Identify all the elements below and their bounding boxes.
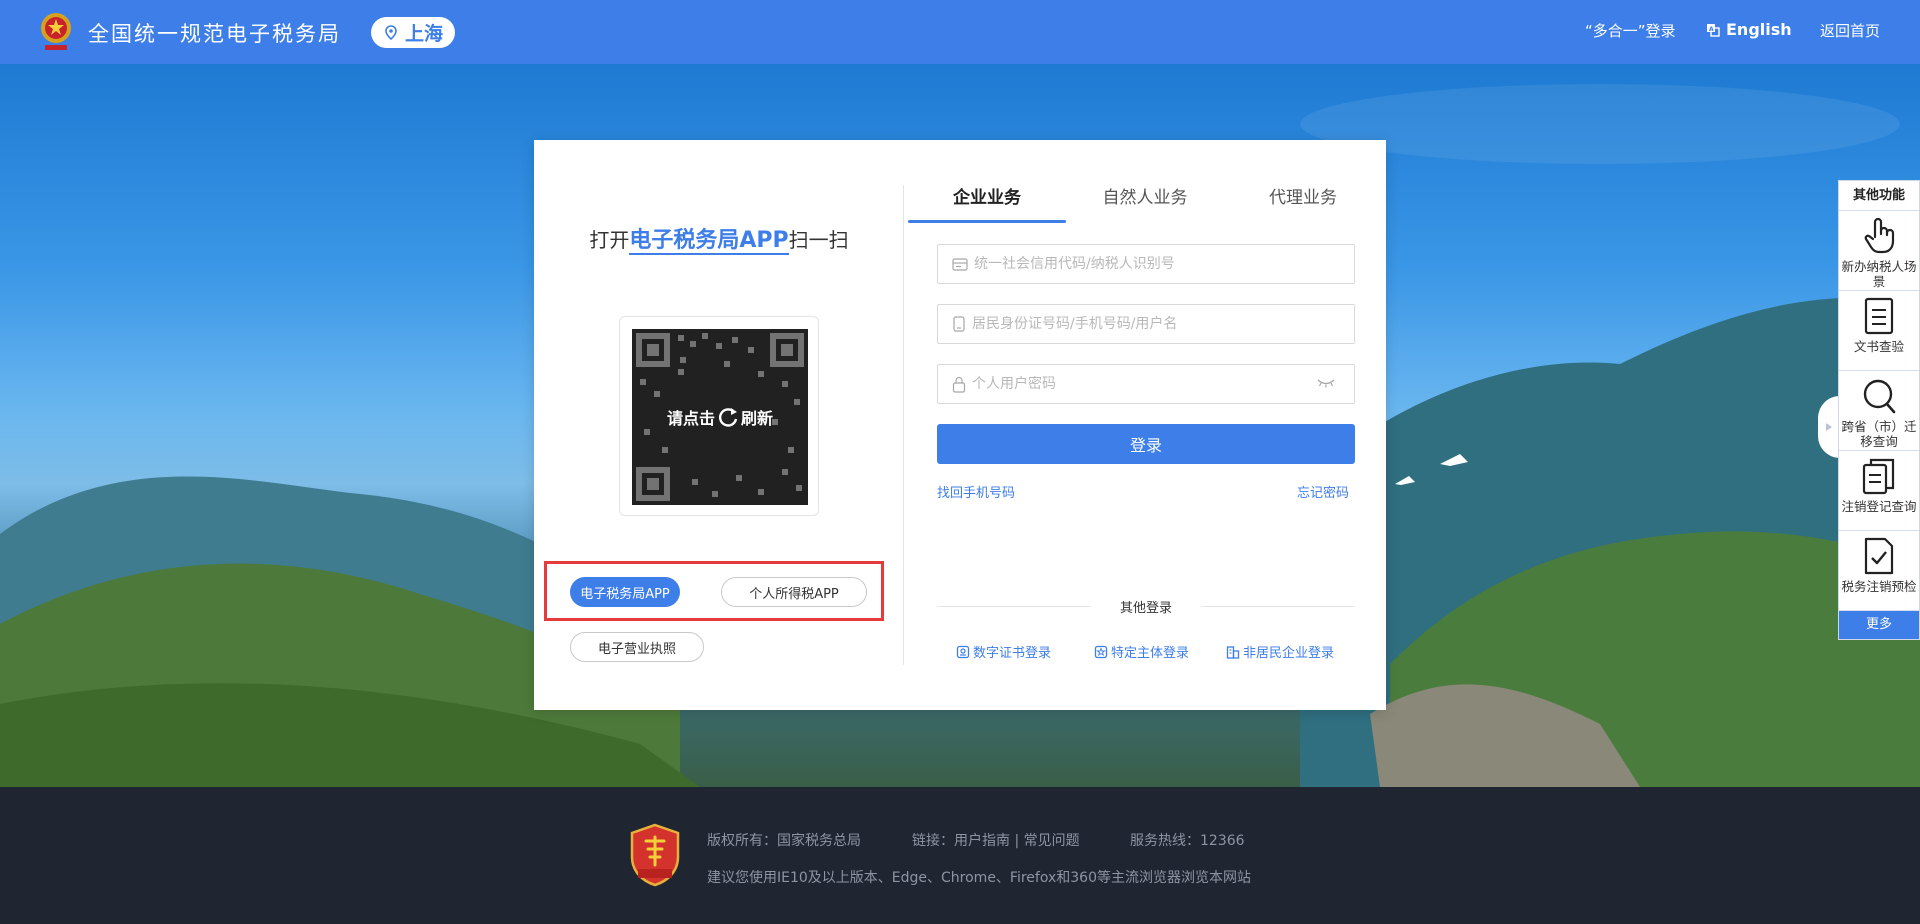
qr-refresh-overlay[interactable]: 请点击 刷新 (632, 329, 808, 505)
id-card-icon (952, 257, 968, 271)
hotline-text: 服务热线：12366 (1130, 833, 1245, 849)
user-guide-link[interactable]: 用户指南 (954, 833, 1010, 849)
faq-link[interactable]: 常见问题 (1024, 833, 1080, 849)
business-tabs: 企业业务 自然人业务 代理业务 (908, 184, 1384, 224)
side-item-document-verify[interactable]: 文书查验 (1839, 291, 1919, 371)
digital-certificate-login[interactable]: 数字证书登录 (956, 642, 1051, 661)
pointer-hand-icon (1864, 217, 1895, 254)
check-document-icon (1864, 537, 1894, 575)
svg-text:A: A (1709, 26, 1714, 33)
login-card: 打开电子税务局APP扫一扫 请点击 刷新 电子税务局APP 个人所得税APP 电… (534, 140, 1386, 710)
search-icon (1863, 379, 1896, 414)
qr-title-highlight: 电子税务局APP (629, 228, 789, 255)
credit-code-input[interactable] (974, 256, 1274, 272)
side-item-migration-query[interactable]: 跨省（市）迁移查询 (1839, 371, 1919, 451)
side-item-new-taxpayer[interactable]: 新办纳税人场景 (1839, 211, 1919, 291)
etax-app-button[interactable]: 电子税务局APP (570, 577, 680, 607)
tax-emblem-logo (41, 13, 71, 50)
side-item-deregistration-precheck[interactable]: 税务注销预检 (1839, 531, 1919, 611)
specific-entity-label: 特定主体登录 (1111, 646, 1190, 661)
home-link[interactable]: 返回首页 (1820, 20, 1880, 41)
iit-app-button[interactable]: 个人所得税APP (721, 577, 867, 607)
business-license-button[interactable]: 电子营业执照 (570, 632, 704, 662)
top-header: 全国统一规范电子税务局 上海 “多合一”登录 A English 返回首页 (0, 0, 1920, 64)
tab-enterprise[interactable]: 企业业务 (908, 184, 1066, 224)
qr-title-prefix: 打开 (589, 228, 630, 252)
language-icon: A (1707, 23, 1720, 37)
login-button[interactable]: 登录 (937, 424, 1355, 464)
side-item-label: 跨省（市）迁移查询 (1841, 419, 1917, 449)
recover-phone-link[interactable]: 找回手机号码 (937, 482, 1015, 501)
credit-code-field[interactable] (937, 244, 1355, 284)
side-item-label: 新办纳税人场景 (1841, 259, 1917, 289)
qr-refresh-text-left: 请点击 (666, 409, 715, 428)
tab-natural-person[interactable]: 自然人业务 (1066, 184, 1224, 224)
side-panel-toggle[interactable] (1818, 396, 1840, 458)
english-link[interactable]: A English (1706, 20, 1792, 39)
links-separator: | (1014, 833, 1020, 849)
phone-icon (953, 316, 965, 332)
english-label: English (1726, 20, 1792, 39)
side-item-label: 税务注销预检 (1841, 579, 1917, 594)
building-icon (1226, 645, 1240, 659)
copy-document-icon (1862, 458, 1895, 495)
links-label: 链接： (912, 833, 954, 849)
non-resident-enterprise-login[interactable]: 非居民企业登录 (1226, 642, 1334, 661)
active-tab-underline (908, 220, 1066, 223)
page-footer: 版权所有：国家税务总局 链接：用户指南 | 常见问题 服务热线：12366 建议… (0, 787, 1920, 924)
multi-login-link[interactable]: “多合一”登录 (1585, 20, 1676, 41)
qr-scan-title: 打开电子税务局APP扫一扫 (534, 222, 904, 255)
copyright-text: 版权所有：国家税务总局 (707, 833, 861, 849)
specific-entity-login[interactable]: 特定主体登录 (1094, 642, 1189, 661)
party-government-badge-icon (630, 823, 680, 887)
caret-right-icon (1826, 423, 1832, 431)
lock-icon (952, 376, 966, 393)
region-selector[interactable]: 上海 (371, 17, 455, 48)
star-badge-icon (1094, 645, 1108, 658)
forgot-password-link[interactable]: 忘记密码 (1297, 482, 1349, 501)
certificate-icon (956, 645, 970, 658)
side-item-label: 注销登记查询 (1841, 499, 1917, 514)
password-field[interactable] (937, 364, 1355, 404)
digital-certificate-label: 数字证书登录 (973, 646, 1052, 661)
qr-code-box: 请点击 刷新 (619, 316, 819, 516)
other-login-label: 其他登录 (1091, 597, 1201, 616)
side-item-deregistration-query[interactable]: 注销登记查询 (1839, 451, 1919, 531)
other-functions-panel: 其他功能 新办纳税人场景 文书查验 跨省（市）迁移查询 注销登记查询 税务注销预… (1838, 180, 1920, 640)
qr-refresh-text-right: 刷新 (741, 409, 774, 428)
browser-recommendation: 建议您使用IE10及以上版本、Edge、Chrome、Firefox和360等主… (707, 870, 1251, 886)
qr-title-suffix: 扫一扫 (788, 228, 849, 252)
other-functions-title: 其他功能 (1839, 181, 1919, 211)
refresh-icon (719, 408, 738, 427)
password-input[interactable] (972, 376, 1272, 392)
location-pin-icon (385, 25, 397, 40)
hide-password-eye-icon[interactable] (1316, 377, 1336, 389)
region-label: 上海 (405, 23, 444, 45)
non-resident-enterprise-label: 非居民企业登录 (1243, 646, 1335, 661)
site-title: 全国统一规范电子税务局 (88, 22, 341, 46)
document-icon (1864, 297, 1894, 335)
other-login-divider: 其他登录 (937, 597, 1355, 616)
account-input[interactable] (972, 316, 1272, 332)
footer-links: 链接：用户指南 | 常见问题 (912, 830, 1080, 850)
account-field[interactable] (937, 304, 1355, 344)
side-item-label: 文书查验 (1853, 339, 1904, 354)
more-button[interactable]: 更多 (1839, 611, 1919, 639)
tab-agent[interactable]: 代理业务 (1224, 184, 1382, 224)
vertical-divider (903, 185, 904, 665)
